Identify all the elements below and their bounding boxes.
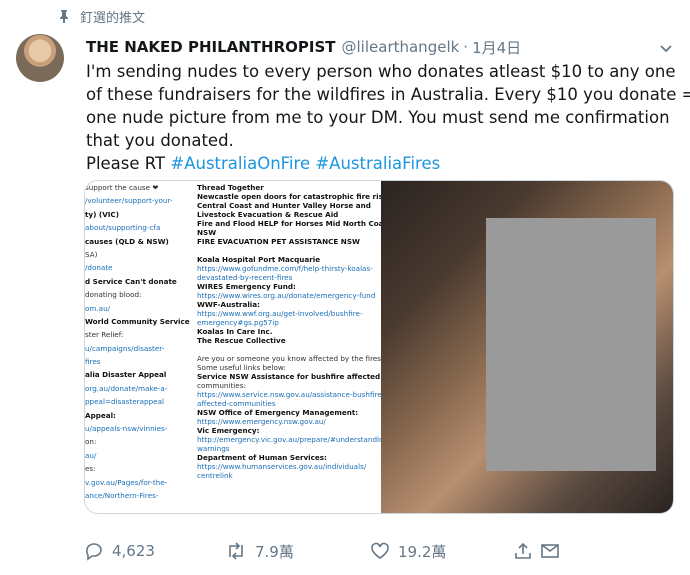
doc-line bbox=[197, 246, 391, 255]
retweet-count: 7.9萬 bbox=[255, 542, 294, 561]
doc-line: NSW bbox=[197, 228, 217, 237]
doc-line: emergency#gs.pg57ip bbox=[197, 318, 279, 327]
tweet-line: that you donated. bbox=[86, 131, 234, 150]
doc-line: ster Relief: bbox=[85, 330, 124, 340]
doc-line: NSW Office of Emergency Management: bbox=[197, 408, 359, 417]
media-photo-image[interactable] bbox=[381, 181, 673, 513]
doc-line: Service NSW Assistance for bushfire affe… bbox=[197, 372, 381, 381]
reply-button[interactable]: 4,623 bbox=[84, 539, 155, 563]
doc-line: about/supporting-cfa bbox=[85, 223, 161, 233]
doc-line: https://www.gofundme.com/f/help-thirsty-… bbox=[197, 264, 373, 273]
doc-line: warnings bbox=[197, 444, 230, 453]
tweet-line-last: Please RT #AustraliaOnFire #AustraliaFir… bbox=[86, 152, 678, 175]
doc-line: https://www.wires.org.au/donate/emergenc… bbox=[197, 291, 376, 300]
doc-line: Appeal: bbox=[85, 410, 116, 420]
doc-line: donating blood: bbox=[85, 290, 142, 300]
doc-line: https://www.emergency.nsw.gov.au/ bbox=[197, 417, 326, 426]
rt-prefix: Please RT bbox=[86, 154, 171, 173]
doc-line: FIRE EVACUATION PET ASSISTANCE NSW bbox=[197, 237, 360, 246]
doc-left-column: support the cause ❤ /volunteer/support-yo… bbox=[85, 183, 190, 504]
doc-line: om.au/ bbox=[85, 303, 111, 313]
doc-line: World Community Service bbox=[85, 316, 190, 326]
doc-line: https://www.service.nsw.gov.au/assistanc… bbox=[197, 390, 385, 399]
pin-icon bbox=[60, 10, 68, 23]
avatar[interactable] bbox=[16, 34, 64, 82]
doc-line: Koalas In Care Inc. bbox=[197, 327, 273, 336]
separator: · bbox=[463, 38, 469, 56]
author-handle[interactable]: @lilearthangelk bbox=[342, 38, 460, 56]
reply-icon bbox=[86, 543, 102, 561]
hashtag-australiafires[interactable]: #AustraliaFires bbox=[315, 154, 440, 173]
doc-line: fires bbox=[85, 357, 101, 367]
tweet-text: I'm sending nudes to every person who do… bbox=[86, 60, 690, 175]
doc-line: es: bbox=[85, 464, 96, 474]
retweet-button[interactable]: 7.9萬 bbox=[225, 539, 294, 563]
pinned-tweet-indicator: 釘選的推文 bbox=[58, 6, 145, 26]
doc-line: alia Disaster Appeal bbox=[85, 370, 167, 380]
hashtag-australiaonfire[interactable]: #AustraliaOnFire bbox=[170, 154, 310, 173]
doc-line: Fire and Flood HELP for Horses Mid North… bbox=[197, 219, 392, 228]
mail-button[interactable] bbox=[540, 539, 568, 563]
tweet-line: I'm sending nudes to every person who do… bbox=[86, 62, 676, 81]
author-name[interactable]: THE NAKED PHILANTHROPIST bbox=[86, 38, 336, 56]
doc-line: Vic Emergency: bbox=[197, 426, 260, 435]
doc-line: ty) (VIC) bbox=[85, 209, 119, 219]
share-icon bbox=[515, 542, 531, 559]
doc-line: SA) bbox=[85, 249, 98, 259]
doc-line: https://www.humanservices.gov.au/individ… bbox=[197, 462, 367, 471]
mail-icon bbox=[541, 544, 559, 558]
doc-line: Central Coast and Hunter Valley Horse an… bbox=[197, 201, 371, 210]
tweet-line: of these fundraisers for the wildfires i… bbox=[86, 85, 690, 104]
doc-line: https://www.wwf.org.au/get-involved/bush… bbox=[197, 309, 363, 318]
doc-line: The Rescue Collective bbox=[197, 336, 286, 345]
doc-line: Are you or someone you know affected by … bbox=[197, 354, 385, 363]
tweet-date[interactable]: 1月4日 bbox=[472, 37, 521, 58]
doc-line: /volunteer/support-your- bbox=[85, 196, 173, 206]
doc-line: u/campaigns/disaster- bbox=[85, 343, 165, 353]
retweet-icon bbox=[229, 542, 243, 560]
doc-line: WWF-Australia: bbox=[197, 300, 260, 309]
doc-line: Koala Hospital Port Macquarie bbox=[197, 255, 321, 264]
doc-line: Department of Human Services: bbox=[197, 453, 327, 462]
chevron-down-icon[interactable] bbox=[658, 40, 674, 56]
doc-line: causes (QLD & NSW) bbox=[85, 236, 169, 246]
share-button[interactable] bbox=[514, 539, 540, 563]
pinned-label: 釘選的推文 bbox=[80, 10, 146, 26]
doc-line: v.gov.au/Pages/for-the- bbox=[85, 477, 168, 487]
tweet-actions: 4,623 7.9萬 19.2萬 bbox=[84, 539, 584, 563]
like-button[interactable]: 19.2萬 bbox=[370, 539, 446, 563]
doc-line: on: bbox=[85, 437, 97, 447]
doc-line: au/ bbox=[85, 450, 97, 460]
tweet-header: THE NAKED PHILANTHROPIST @lilearthangelk… bbox=[86, 36, 674, 58]
tweet-line: one nude picture from me to your DM. You… bbox=[86, 108, 670, 127]
like-count: 19.2萬 bbox=[398, 542, 447, 561]
doc-line: http://emergency.vic.gov.au/prepare/#und… bbox=[197, 435, 391, 444]
doc-line: support the cause ❤ bbox=[85, 183, 159, 192]
doc-line: /donate bbox=[85, 263, 113, 273]
media-document-image[interactable]: support the cause ❤ /volunteer/support-yo… bbox=[85, 181, 391, 513]
doc-line: centrelink bbox=[197, 471, 233, 480]
doc-line: ance/Northern-Fires- bbox=[85, 490, 159, 500]
doc-line: WIRES Emergency Fund: bbox=[197, 282, 296, 291]
doc-line: org.au/donate/make-a- bbox=[85, 383, 168, 393]
doc-line: u/appeals-nsw/vinnies- bbox=[85, 424, 168, 434]
reply-count: 4,623 bbox=[112, 542, 155, 560]
censored-overlay bbox=[486, 218, 656, 471]
doc-line: Some useful links below: bbox=[197, 363, 286, 372]
doc-line: d Service Can't donate bbox=[85, 276, 177, 286]
tweet-media[interactable]: support the cause ❤ /volunteer/support-yo… bbox=[84, 180, 674, 514]
doc-line: ppeal=disasterappeal bbox=[85, 397, 164, 407]
doc-line: affected-communities bbox=[197, 399, 276, 408]
heart-icon bbox=[371, 542, 389, 559]
doc-right-column: Thread Together Newcastle open doors for … bbox=[197, 183, 391, 480]
doc-line: communities: bbox=[197, 381, 246, 390]
doc-line: Livestock Evacuation & Rescue Aid bbox=[197, 210, 339, 219]
doc-line: Thread Together bbox=[197, 183, 264, 192]
doc-line bbox=[197, 345, 391, 354]
doc-line: devastated-by-recent-fires bbox=[197, 273, 293, 282]
doc-line: Newcastle open doors for catastrophic fi… bbox=[197, 192, 388, 201]
